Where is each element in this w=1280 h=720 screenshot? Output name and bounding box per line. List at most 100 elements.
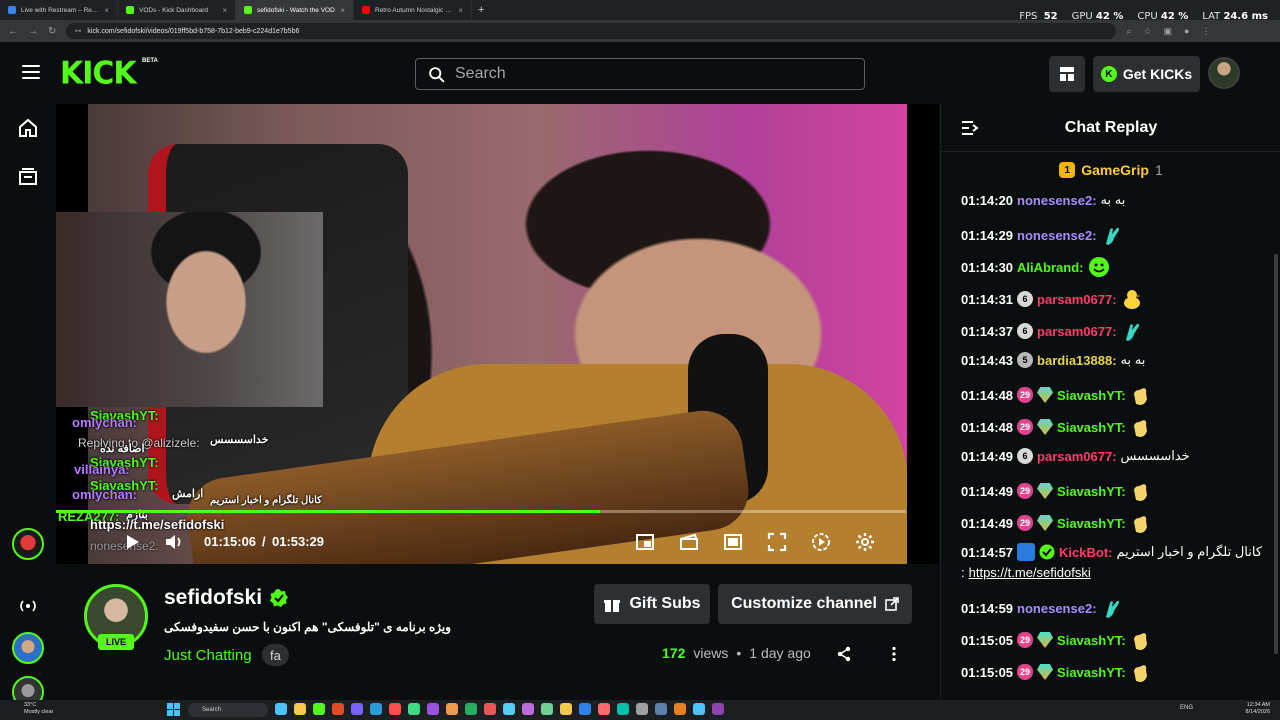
browser-tab[interactable]: Live with Restream – Restream × [0, 0, 118, 20]
kick-logo[interactable]: KICK [60, 55, 137, 92]
picture-in-picture-icon[interactable] [635, 532, 655, 552]
taskbar-app-icon[interactable] [389, 703, 401, 715]
weather-widget[interactable]: 33°C Mostly clear [24, 702, 53, 716]
bookmark-star-icon[interactable]: ☆ [1143, 26, 1151, 37]
taskbar-app-icon[interactable] [427, 703, 439, 715]
browser-tab[interactable]: sefidofski - Watch the VOD × [236, 0, 354, 20]
language-tag[interactable]: fa [262, 644, 289, 666]
followed-channel-avatar[interactable] [12, 528, 44, 560]
taskbar-app-icon[interactable] [275, 703, 287, 715]
subscriber-badge: 29 [1017, 632, 1034, 648]
chat-username[interactable]: SiavashYT: [1057, 484, 1126, 499]
taskbar-app-icon[interactable] [674, 703, 686, 715]
customize-channel-button[interactable]: Customize channel [718, 584, 912, 624]
pinned-gifter[interactable]: 1 GameGrip 1 [941, 158, 1280, 182]
theater-mode-icon[interactable] [723, 532, 743, 552]
chat-username[interactable]: SiavashYT: [1057, 420, 1126, 435]
tab-close-icon[interactable]: × [340, 6, 345, 15]
telegram-link[interactable]: https://t.me/sefidofski [969, 565, 1091, 580]
taskbar-app-icon[interactable] [636, 703, 648, 715]
view-count: 172 [662, 645, 686, 661]
settings-gear-icon[interactable] [855, 532, 875, 552]
get-kicks-button[interactable]: K Get KICKs [1093, 56, 1200, 92]
chat-username[interactable]: parsam0677: [1037, 324, 1117, 339]
fullscreen-icon[interactable] [767, 532, 787, 552]
browser-tab[interactable]: Retro Autumn Nostalgic Jazz - × [354, 0, 472, 20]
chat-username[interactable]: nonesense2: [1017, 228, 1096, 243]
more-options-icon[interactable] [886, 646, 902, 662]
taskbar-app-icon[interactable] [579, 703, 591, 715]
user-avatar[interactable] [1208, 57, 1240, 89]
chat-username[interactable]: AliAbrand: [1017, 260, 1083, 275]
taskbar-app-icon[interactable] [446, 703, 458, 715]
zoom-icon[interactable]: ⌕ [1126, 26, 1131, 37]
taskbar-app-icon[interactable] [370, 703, 382, 715]
site-info-icon[interactable]: ⊶ [74, 27, 81, 35]
taskbar-app-icon[interactable] [655, 703, 667, 715]
taskbar-app-icon[interactable] [313, 703, 325, 715]
reload-icon[interactable]: ↻ [48, 26, 56, 37]
home-icon[interactable] [18, 118, 38, 138]
taskbar-app-icon[interactable] [351, 703, 363, 715]
chat-username[interactable]: nonesense2: [1017, 193, 1096, 208]
new-tab-icon[interactable]: + [472, 4, 490, 16]
chat-username[interactable]: KickBot: [1059, 545, 1112, 560]
video-player[interactable]: SiavashYT: omlychan: Replying to @aliziz… [56, 104, 939, 564]
chat-username[interactable]: nonesense2: [1017, 601, 1096, 616]
chat-username[interactable]: parsam0677: [1037, 292, 1117, 307]
taskbar-app-icon[interactable] [693, 703, 705, 715]
menu-icon[interactable] [22, 65, 40, 79]
channel-name[interactable]: sefidofski [164, 586, 262, 610]
taskbar-app-icon[interactable] [332, 703, 344, 715]
chat-username[interactable]: SiavashYT: [1057, 516, 1126, 531]
chat-scrollbar[interactable] [1274, 254, 1278, 654]
browse-button[interactable] [1049, 56, 1085, 92]
search-input[interactable] [455, 65, 864, 83]
clip-icon[interactable] [679, 532, 699, 552]
tray-language[interactable]: ENG [1180, 705, 1193, 711]
taskbar-app-icon[interactable] [465, 703, 477, 715]
taskbar-app-icon[interactable] [503, 703, 515, 715]
search-box[interactable] [415, 58, 865, 90]
category-link[interactable]: Just Chatting [164, 647, 252, 664]
taskbar-app-icon[interactable] [541, 703, 553, 715]
chat-username[interactable]: SiavashYT: [1057, 388, 1126, 403]
tab-favicon-icon [244, 6, 252, 14]
tab-close-icon[interactable]: × [458, 6, 463, 15]
share-icon[interactable] [836, 646, 852, 662]
extensions-icon[interactable]: ▣ [1164, 26, 1173, 37]
chat-username[interactable]: SiavashYT: [1057, 633, 1126, 648]
chat-username[interactable]: parsam0677: [1037, 449, 1117, 464]
taskbar-app-icon[interactable] [712, 703, 724, 715]
taskbar-app-icon[interactable] [484, 703, 496, 715]
browser-menu-icon[interactable]: ⋮ [1201, 26, 1210, 37]
seek-bar[interactable] [56, 510, 906, 513]
playback-speed-icon[interactable] [811, 532, 831, 552]
chat-username[interactable]: SiavashYT: [1057, 665, 1126, 680]
tab-close-icon[interactable]: × [104, 6, 109, 15]
windows-start-icon[interactable] [167, 703, 180, 716]
live-channels-icon[interactable] [18, 596, 38, 616]
taskbar-app-icon[interactable] [408, 703, 420, 715]
taskbar-clock[interactable]: 12:34 AM 8/14/2026 [1246, 702, 1270, 716]
back-icon[interactable]: ← [8, 26, 18, 37]
taskbar-search-label: Search [202, 707, 222, 713]
beta-label: BETA [142, 58, 158, 64]
browse-icon[interactable] [18, 166, 38, 186]
taskbar-app-icon[interactable] [617, 703, 629, 715]
taskbar-app-icon[interactable] [294, 703, 306, 715]
browser-tab[interactable]: VODs - Kick Dashboard × [118, 0, 236, 20]
profile-icon[interactable]: ● [1184, 26, 1189, 37]
taskbar-app-icon[interactable] [560, 703, 572, 715]
taskbar-app-icon[interactable] [522, 703, 534, 715]
followed-channel-avatar[interactable] [12, 632, 44, 664]
chat-username[interactable]: bardia13888: [1037, 353, 1117, 368]
url-field[interactable]: ⊶ kick.com/sefidofski/videos/019ff5bd-b7… [66, 23, 1117, 39]
play-icon[interactable] [122, 532, 142, 552]
gift-subs-button[interactable]: Gift Subs [594, 584, 710, 624]
forward-icon[interactable]: → [28, 26, 38, 37]
volume-icon[interactable] [164, 532, 184, 552]
tab-close-icon[interactable]: × [222, 6, 227, 15]
taskbar-app-icon[interactable] [598, 703, 610, 715]
taskbar-search[interactable]: Search [188, 703, 268, 717]
